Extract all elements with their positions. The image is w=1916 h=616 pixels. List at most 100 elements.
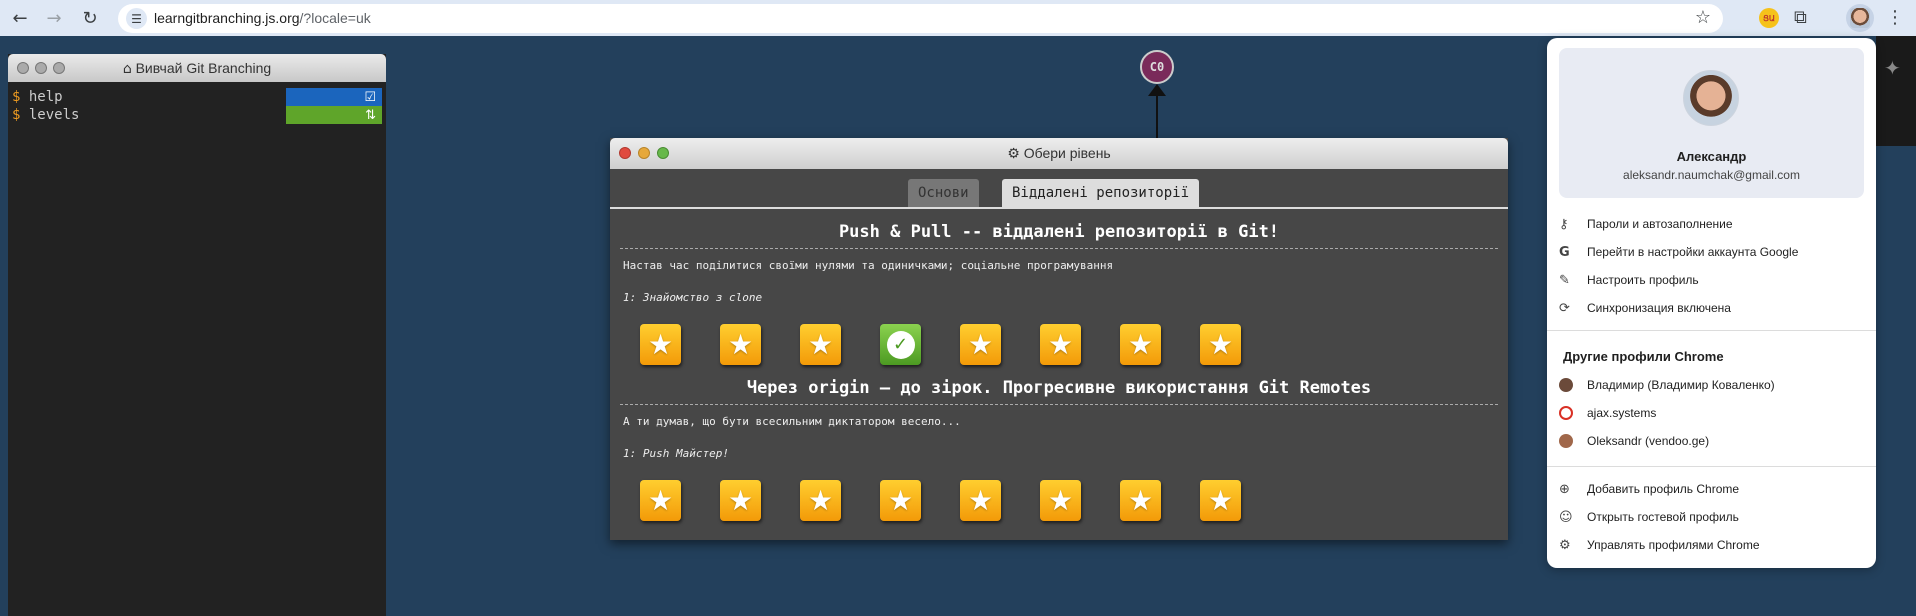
level-button[interactable]: ★ bbox=[800, 324, 841, 365]
extensions-puzzle-icon[interactable]: ⧉ bbox=[1794, 7, 1807, 28]
avatar bbox=[1683, 70, 1739, 126]
avatar bbox=[1850, 8, 1870, 28]
level-dialog: ⚙ Обери рівень Основи Віддалені репозито… bbox=[610, 138, 1508, 540]
dialog-titlebar: ⚙ Обери рівень bbox=[610, 138, 1508, 169]
browser-toolbar: ← → ↻ ☰ learngitbranching.js.org/?locale… bbox=[0, 0, 1916, 36]
sync-icon: ⟳ bbox=[1559, 300, 1570, 316]
profile-button[interactable] bbox=[1846, 4, 1874, 32]
star-icon: ★ bbox=[1047, 327, 1074, 361]
key-icon: ⚷ bbox=[1559, 216, 1569, 232]
extension-icon[interactable]: ՑԱ bbox=[1759, 8, 1779, 28]
level-button[interactable]: ★ bbox=[1040, 324, 1081, 365]
terminal-line: $ levels bbox=[12, 107, 80, 123]
other-profiles-heading: Другие профили Chrome bbox=[1563, 349, 1724, 364]
level-button[interactable]: ★ bbox=[720, 324, 761, 365]
level-completed-button[interactable]: ✓ bbox=[880, 324, 921, 365]
avatar bbox=[1559, 378, 1573, 392]
tab-remote[interactable]: Віддалені репозиторії bbox=[1002, 179, 1200, 207]
profile-item-oleksandr[interactable]: Oleksandr (vendoo.ge) bbox=[1559, 427, 1869, 455]
star-icon: ★ bbox=[1207, 483, 1234, 517]
sequence-title: Push & Pull -- віддалені репозиторії в G… bbox=[838, 222, 1280, 242]
checkmark-icon: ✓ bbox=[886, 330, 915, 359]
corner-ribbon[interactable] bbox=[1876, 36, 1916, 146]
guest-icon: ☺ bbox=[1559, 509, 1573, 525]
star-icon: ★ bbox=[1047, 483, 1074, 517]
avatar bbox=[1559, 434, 1573, 448]
gear-icon: ⚙ bbox=[1007, 146, 1020, 162]
menu-item-sync[interactable]: ⟳ Синхронизация включена bbox=[1559, 294, 1869, 322]
level-button[interactable]: ★ bbox=[1040, 480, 1081, 521]
star-icon: ★ bbox=[887, 483, 914, 517]
star-icon: ★ bbox=[1127, 483, 1154, 517]
reload-button[interactable]: ↻ bbox=[78, 6, 102, 30]
divider bbox=[620, 248, 1498, 249]
terminal-window: ⌂ Вивчай Git Branching $ help $ levels ☑… bbox=[8, 54, 386, 616]
menu-kebab-icon[interactable]: ⋮ bbox=[1886, 7, 1904, 28]
avatar bbox=[1559, 406, 1573, 420]
level-button[interactable]: ★ bbox=[1200, 480, 1241, 521]
menu-item-google-account[interactable]: G Перейти в настройки аккаунта Google bbox=[1559, 238, 1869, 266]
profile-email: aleksandr.naumchak@gmail.com bbox=[1623, 168, 1800, 182]
level-button[interactable]: ★ bbox=[800, 480, 841, 521]
forward-button[interactable]: → bbox=[42, 6, 66, 30]
level-button[interactable]: ★ bbox=[640, 480, 681, 521]
menu-item-customize-profile[interactable]: ✎ Настроить профиль bbox=[1559, 266, 1869, 294]
terminal-line: $ help bbox=[12, 89, 63, 105]
bookmark-star-icon[interactable]: ☆ bbox=[1695, 7, 1711, 28]
arrow-line bbox=[1156, 92, 1158, 140]
commit-node[interactable]: C0 bbox=[1140, 50, 1174, 84]
level-button[interactable]: ★ bbox=[720, 480, 761, 521]
checkbox-icon[interactable]: ☑ bbox=[286, 88, 382, 106]
star-icon: ★ bbox=[727, 327, 754, 361]
star-icon: ★ bbox=[1207, 327, 1234, 361]
profile-item-vladimir[interactable]: Владимир (Владимир Коваленко) bbox=[1559, 371, 1869, 399]
star-icon: ★ bbox=[647, 327, 674, 361]
level-button[interactable]: ★ bbox=[880, 480, 921, 521]
tab-bar: Основи Віддалені репозиторії bbox=[610, 169, 1508, 209]
divider bbox=[1547, 466, 1876, 467]
star-icon: ★ bbox=[727, 483, 754, 517]
terminal-titlebar: ⌂ Вивчай Git Branching bbox=[8, 54, 386, 82]
level-button[interactable]: ★ bbox=[1120, 480, 1161, 521]
home-icon: ⌂ bbox=[122, 61, 132, 77]
manage-profiles-button[interactable]: ⚙ Управлять профилями Chrome bbox=[1559, 531, 1869, 559]
divider bbox=[1547, 330, 1876, 331]
manage-profiles-icon: ⚙ bbox=[1559, 537, 1571, 553]
level-label: 1: Знайомство з clone bbox=[623, 291, 763, 304]
level-button[interactable]: ★ bbox=[960, 480, 1001, 521]
level-button[interactable]: ★ bbox=[1120, 324, 1161, 365]
octocat-icon[interactable]: ✦ bbox=[1884, 56, 1901, 80]
profile-menu: Александр aleksandr.naumchak@gmail.com ⚷… bbox=[1547, 38, 1876, 568]
google-icon: G bbox=[1559, 244, 1570, 260]
divider bbox=[620, 404, 1498, 405]
star-icon: ★ bbox=[807, 327, 834, 361]
tab-basics[interactable]: Основи bbox=[908, 179, 979, 207]
level-button[interactable]: ★ bbox=[640, 324, 681, 365]
add-profile-button[interactable]: ⊕ Добавить профиль Chrome bbox=[1559, 475, 1869, 503]
url-text[interactable]: learngitbranching.js.org/?locale=uk bbox=[154, 10, 371, 26]
pencil-icon: ✎ bbox=[1559, 272, 1570, 288]
level-button[interactable]: ★ bbox=[960, 324, 1001, 365]
star-icon: ★ bbox=[967, 327, 994, 361]
menu-item-passwords[interactable]: ⚷ Пароли и автозаполнение bbox=[1559, 210, 1869, 238]
level-label: 1: Push Майстер! bbox=[623, 447, 729, 460]
terminal-title: ⌂ Вивчай Git Branching bbox=[122, 60, 272, 77]
refresh-icon[interactable]: ⇅ bbox=[286, 106, 382, 124]
star-icon: ★ bbox=[647, 483, 674, 517]
guest-profile-button[interactable]: ☺ Открыть гостевой профиль bbox=[1559, 503, 1869, 531]
sequence-description: Настав час поділитися своїми нулями та о… bbox=[623, 259, 1114, 272]
profile-card[interactable]: Александр aleksandr.naumchak@gmail.com bbox=[1559, 48, 1864, 198]
dialog-title: ⚙ Обери рівень bbox=[1007, 145, 1111, 162]
profile-name: Александр bbox=[1676, 149, 1747, 164]
level-button[interactable]: ★ bbox=[1200, 324, 1241, 365]
terminal-body[interactable]: $ help $ levels ☑ ⇅ bbox=[8, 82, 386, 616]
address-bar[interactable]: ☰ learngitbranching.js.org/?locale=uk ☆ bbox=[118, 4, 1723, 33]
profile-item-ajax[interactable]: ajax.systems bbox=[1559, 399, 1869, 427]
back-button[interactable]: ← bbox=[8, 6, 32, 30]
site-info-icon[interactable]: ☰ bbox=[126, 8, 147, 29]
star-icon: ★ bbox=[967, 483, 994, 517]
add-person-icon: ⊕ bbox=[1559, 481, 1570, 497]
star-icon: ★ bbox=[807, 483, 834, 517]
star-icon: ★ bbox=[1127, 327, 1154, 361]
sequence-description: А ти думав, що бути всесильним диктаторо… bbox=[623, 415, 961, 428]
